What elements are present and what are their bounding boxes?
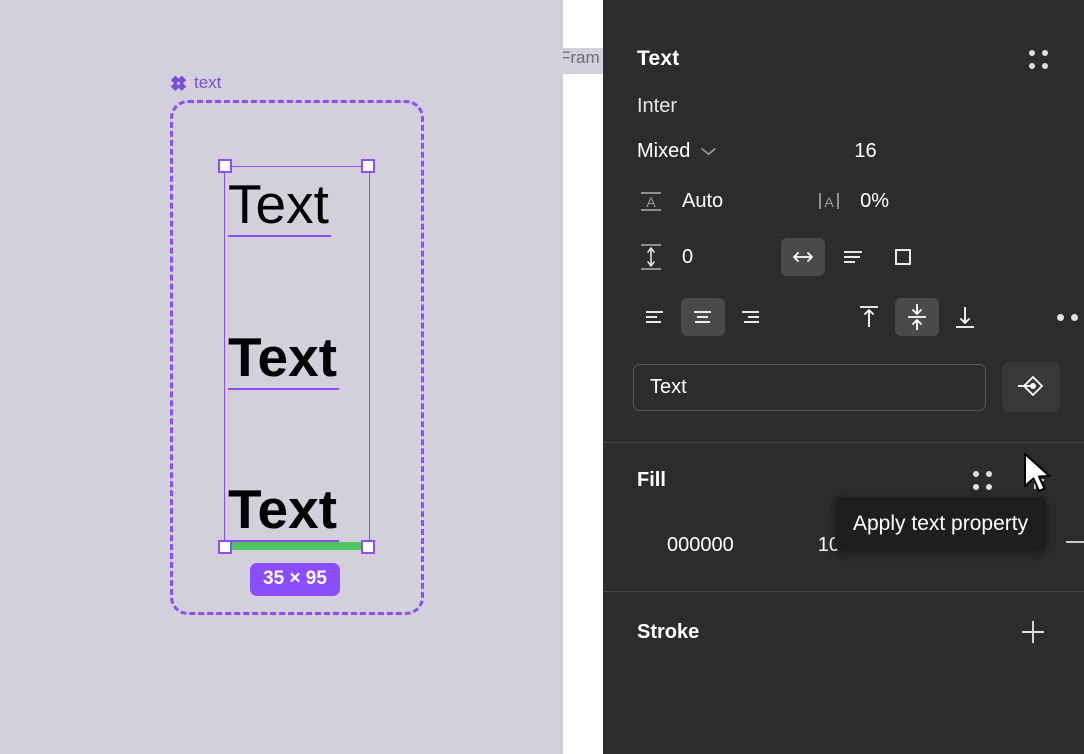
- canvas-text-layer-3[interactable]: Text: [228, 482, 340, 542]
- dots-grid-icon[interactable]: [1029, 49, 1048, 69]
- svg-text:A: A: [824, 194, 834, 210]
- apply-text-property-button[interactable]: [1002, 362, 1060, 412]
- fill-hex-value[interactable]: 000000: [667, 534, 734, 557]
- line-height-value: Auto: [682, 189, 724, 212]
- selection-size-badge: 35 × 95: [250, 563, 340, 596]
- fixed-size-button[interactable]: [881, 238, 925, 276]
- design-canvas[interactable]: text Text Text Text 35 × 95: [0, 0, 563, 754]
- letter-spacing-field[interactable]: A 0%: [815, 187, 889, 215]
- tooltip: Apply text property: [835, 497, 1047, 551]
- align-left-button[interactable]: [633, 298, 677, 336]
- text-section-header: Text: [603, 0, 1084, 71]
- line-height-icon: A: [641, 192, 661, 211]
- canvas-text-2-label: Text: [228, 326, 338, 388]
- text-section-title: Text: [637, 47, 680, 70]
- properties-panel: Text Inter Mixed 16 A Auto A 0% 0 Text F…: [603, 0, 1084, 754]
- apply-text-property-row: [603, 336, 1084, 442]
- align-right-icon: [742, 311, 759, 323]
- fill-styles-dots-grid-icon[interactable]: [973, 470, 992, 490]
- resize-mode-group: [781, 238, 925, 276]
- add-stroke-plus-icon[interactable]: [1018, 617, 1048, 647]
- chevron-down-icon: [701, 148, 717, 156]
- letter-spacing-value: 0%: [860, 189, 890, 212]
- auto-height-icon: [844, 251, 863, 263]
- font-family-row[interactable]: Inter: [603, 71, 1084, 118]
- stroke-section-title: Stroke: [637, 620, 700, 643]
- align-left-icon: [646, 311, 663, 323]
- minus-icon: [1065, 541, 1084, 543]
- resize-handle-top-left[interactable]: [218, 159, 232, 173]
- font-family-value: Inter: [637, 95, 678, 117]
- font-size-value[interactable]: 16: [854, 140, 876, 163]
- auto-width-button[interactable]: [781, 238, 826, 276]
- canvas-text-layer-2[interactable]: Text: [228, 330, 340, 390]
- paragraph-spacing-icon: [641, 244, 661, 270]
- font-style-row: Mixed 16: [603, 118, 1084, 163]
- text-baseline-1: [228, 235, 331, 237]
- font-style-select[interactable]: Mixed: [637, 140, 717, 163]
- align-center-button[interactable]: [681, 298, 725, 336]
- horizontal-align-group: [633, 298, 773, 336]
- align-center-icon: [694, 311, 711, 323]
- align-middle-icon: [908, 304, 926, 330]
- resize-handle-top-right[interactable]: [361, 159, 375, 173]
- text-metrics-row: A Auto A 0%: [603, 163, 1084, 215]
- auto-height-button[interactable]: [831, 238, 875, 276]
- resize-handle-bottom-right[interactable]: [361, 540, 375, 554]
- text-baseline-2: [228, 388, 340, 390]
- auto-width-icon: [793, 252, 814, 262]
- stroke-section: Stroke: [603, 592, 1084, 647]
- font-style-value: Mixed: [637, 140, 691, 162]
- fill-section-title: Fill: [637, 468, 666, 491]
- fixed-size-icon: [895, 249, 912, 265]
- component-instance-label[interactable]: text: [170, 73, 221, 93]
- align-right-button[interactable]: [729, 298, 773, 336]
- canvas-scrollbar-track[interactable]: [578, 0, 590, 754]
- remove-fill-button[interactable]: [1062, 529, 1084, 561]
- apply-property-icon: [1018, 376, 1043, 396]
- paragraph-spacing-field[interactable]: 0: [637, 240, 693, 274]
- fill-header-tools: [973, 467, 1048, 493]
- paragraph-and-resize-row: 0: [603, 215, 1084, 276]
- text-property-input[interactable]: [633, 363, 986, 411]
- align-middle-button[interactable]: [895, 298, 939, 336]
- fill-section-header: Fill: [637, 467, 1048, 493]
- more-horizontal-icon[interactable]: [1057, 313, 1084, 321]
- resize-handle-bottom-left[interactable]: [218, 540, 232, 554]
- alignment-row: [603, 276, 1084, 336]
- align-bottom-button[interactable]: [943, 298, 987, 336]
- align-top-icon: [860, 306, 878, 327]
- align-bottom-icon: [956, 307, 974, 328]
- canvas-text-1-label: Text: [228, 173, 329, 235]
- paragraph-spacing-value: 0: [682, 245, 694, 268]
- add-fill-plus-icon[interactable]: [1022, 467, 1048, 493]
- canvas-text-3-label: Text: [228, 478, 338, 540]
- svg-text:A: A: [646, 194, 656, 210]
- vertical-align-group: [847, 298, 987, 336]
- canvas-text-layer-1[interactable]: Text: [228, 177, 331, 237]
- letter-spacing-icon: A: [819, 193, 840, 210]
- line-height-field[interactable]: A Auto: [637, 187, 723, 215]
- instance-label-text: text: [194, 73, 222, 92]
- component-diamond-icon: [170, 75, 187, 91]
- align-top-button[interactable]: [847, 298, 891, 336]
- snap-indicator: [228, 542, 366, 550]
- text-properties-section: Text Inter Mixed 16 A Auto A 0% 0 Text: [603, 0, 1084, 442]
